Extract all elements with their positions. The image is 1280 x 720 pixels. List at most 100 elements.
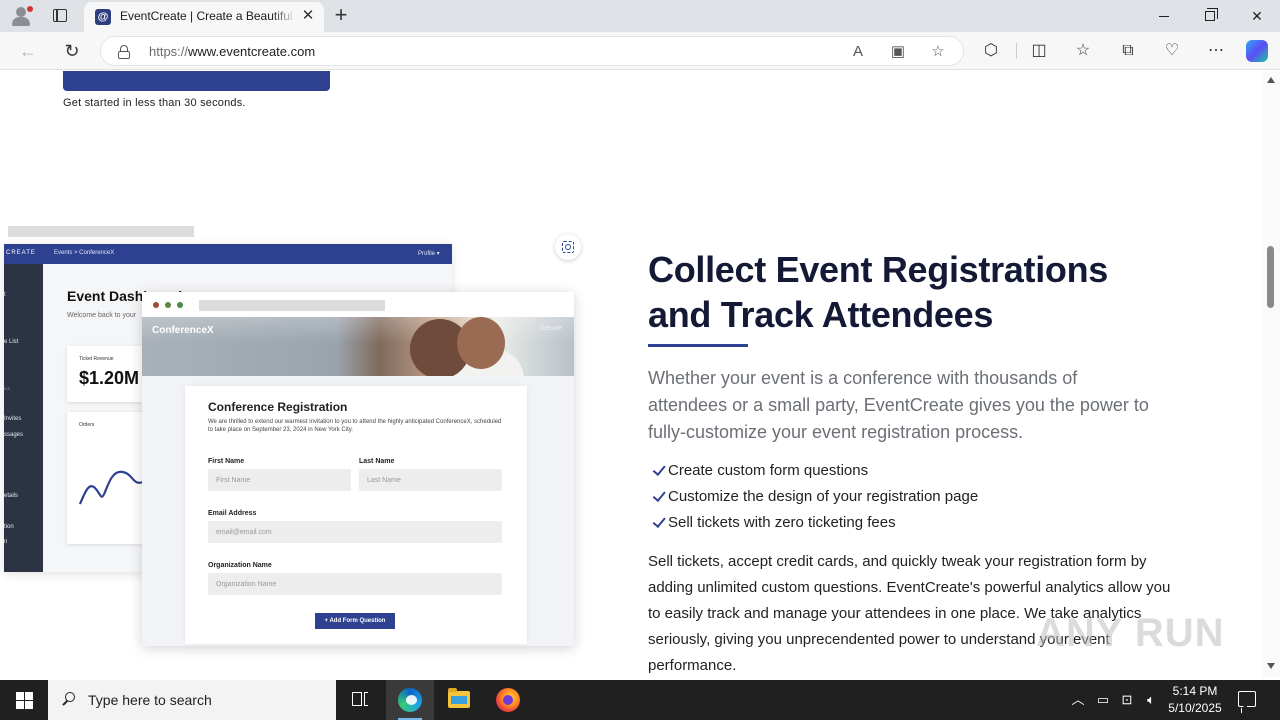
mock-first-name-field: First Name (208, 469, 351, 491)
mock-org-label: Organization Name (208, 562, 272, 569)
mock-last-name-label: Last Name (359, 458, 395, 465)
favorites-icon[interactable]: ☆ (1072, 40, 1094, 62)
mock-dot-icon (153, 302, 159, 308)
scrollbar-thumb[interactable] (1267, 246, 1274, 308)
browser-titlebar: @ EventCreate | Create a Beautiful E ✕ +… (0, 0, 1280, 32)
volume-icon[interactable]: 🔈︎ (1143, 692, 1159, 708)
back-button[interactable]: ← (14, 38, 42, 64)
feature-text: Create custom form questions (668, 462, 869, 479)
scroll-down-icon[interactable] (1267, 663, 1275, 669)
section-heading: Collect Event Registrations and Track At… (648, 247, 1168, 337)
mock-sidebar-item: etails (4, 493, 19, 499)
mock-dashboard-header: CREATE Events > ConferenceX Profile ▾ (4, 244, 452, 264)
restore-button[interactable] (1187, 0, 1233, 32)
settings-more-icon[interactable]: ⋯ (1205, 40, 1227, 62)
feature-item: Sell tickets with zero ticketing fees (648, 514, 1168, 540)
minimize-button[interactable] (1141, 0, 1187, 32)
search-icon (62, 692, 76, 706)
toolbar-divider (1016, 43, 1017, 59)
collections-icon[interactable]: ⧉ (1117, 40, 1139, 62)
scroll-up-icon[interactable] (1267, 77, 1275, 83)
extensions-icon[interactable]: ⬡ (980, 40, 1002, 62)
profile-icon[interactable] (8, 4, 34, 28)
firefox-icon (496, 688, 520, 712)
mock-orders-label: Orders (79, 422, 95, 428)
task-view-icon (352, 692, 368, 706)
favorite-star-icon[interactable]: ☆ (929, 43, 947, 61)
mock-revenue-label: Ticket Revenue (79, 356, 114, 362)
feature-item: Customize the design of your registratio… (648, 488, 1168, 514)
section-lead: Whether your event is a conference with … (648, 368, 1149, 442)
clock-time: 5:14 PM (1172, 684, 1218, 698)
heading-underline (648, 344, 748, 347)
mock-secure-label: Secure (540, 325, 563, 332)
feature-list: Create custom form questions Customize t… (648, 462, 1168, 540)
feature-text: Sell tickets with zero ticketing fees (668, 514, 896, 531)
mock-orders-line (78, 470, 144, 505)
anyrun-watermark: ANY RUN (1036, 611, 1225, 655)
taskbar-clock[interactable]: 5:14 PM 5/10/2025 (1162, 683, 1228, 717)
show-hidden-icons-icon[interactable]: ︿ (1070, 692, 1086, 708)
mock-profile: Profile ▾ (418, 251, 440, 257)
tab-actions-icon[interactable] (48, 6, 72, 26)
mock-sidebar-item: e List (4, 339, 19, 345)
mock-sidebar-item: n (4, 539, 8, 545)
mock-sidebar-item: ssages (4, 432, 24, 438)
page-viewport: Get started in less than 30 seconds. CRE… (0, 71, 1262, 677)
refresh-button[interactable]: ↻ (58, 38, 86, 64)
checkmark-icon (649, 489, 663, 503)
taskbar-file-explorer[interactable] (435, 680, 483, 720)
edge-icon (398, 688, 422, 712)
immersive-reader-icon[interactable]: ▣ (889, 43, 907, 61)
taskbar-edge[interactable] (386, 680, 434, 720)
mock-dot-icon (177, 302, 183, 308)
visual-search-icon[interactable] (555, 234, 581, 260)
copilot-icon[interactable] (1246, 40, 1268, 62)
mock-email-label: Email Address (208, 510, 257, 517)
mock-sidebar-item: Invites (4, 416, 22, 422)
mock-breadcrumb: Events > ConferenceX (54, 250, 115, 256)
mock-dot-icon (165, 302, 171, 308)
mock-urlbar (199, 300, 385, 311)
mock-org-field: Organization Name (208, 573, 502, 595)
notification-center-icon[interactable] (1238, 691, 1256, 707)
page-scrollbar[interactable] (1262, 71, 1280, 677)
heading-line-2: and Track Attendees (648, 294, 994, 335)
task-view-button[interactable] (336, 680, 384, 720)
device-icon[interactable]: ▭ (1095, 692, 1111, 708)
close-window-button[interactable]: ✕ (1234, 0, 1280, 32)
mock-registration-form: Conference Registration We are thrilled … (185, 386, 527, 644)
mock-revenue-value: $1.20M (79, 368, 140, 388)
mock-dashboard-subtitle: Welcome back to your (67, 312, 137, 319)
read-aloud-icon[interactable]: A (849, 43, 867, 61)
tab-eventcreate[interactable]: @ EventCreate | Create a Beautiful E ✕ (84, 2, 324, 32)
clock-date: 5/10/2025 (1168, 701, 1222, 715)
network-icon[interactable]: ⊡ (1119, 692, 1135, 708)
taskbar-search[interactable]: Type here to search (48, 680, 336, 720)
lock-icon[interactable] (118, 45, 130, 59)
mock-conference-brand: ConferenceX (152, 325, 214, 336)
address-bar[interactable]: https://www.eventcreate.com A ▣ ☆ (100, 36, 964, 66)
mock-hero-photo: ConferenceX Secure (142, 317, 574, 376)
start-button[interactable] (0, 680, 48, 720)
mock-form-description: We are thrilled to extend our warmest in… (208, 419, 502, 433)
browser-essentials-icon[interactable]: ♡ (1161, 40, 1183, 62)
split-screen-icon[interactable]: ◫ (1028, 40, 1050, 62)
mock-sidebar-item: tion (4, 524, 14, 530)
get-started-button[interactable] (63, 71, 330, 91)
close-tab-icon[interactable]: ✕ (300, 8, 316, 24)
new-tab-button[interactable]: + (330, 4, 352, 26)
mock-first-name-label: First Name (208, 458, 245, 465)
url-host: www.eventcreate.com (188, 44, 316, 59)
taskbar-firefox[interactable] (484, 680, 532, 720)
windows-taskbar: Type here to search ︿ ▭ ⊡ 🔈︎ 5:14 PM 5/1… (0, 680, 1280, 720)
eventcreate-favicon-icon: @ (95, 9, 111, 25)
feature-item: Create custom form questions (648, 462, 1168, 488)
url-text[interactable]: https://www.eventcreate.com (149, 44, 315, 59)
url-prefix: https:// (149, 44, 189, 59)
mock-browser-chrome (142, 292, 574, 316)
mock-email-field: email@email.com (208, 521, 502, 543)
taskbar-search-placeholder: Type here to search (88, 692, 212, 708)
tab-title: EventCreate | Create a Beautiful E (120, 9, 296, 23)
mock-add-question-button: + Add Form Question (315, 613, 395, 629)
